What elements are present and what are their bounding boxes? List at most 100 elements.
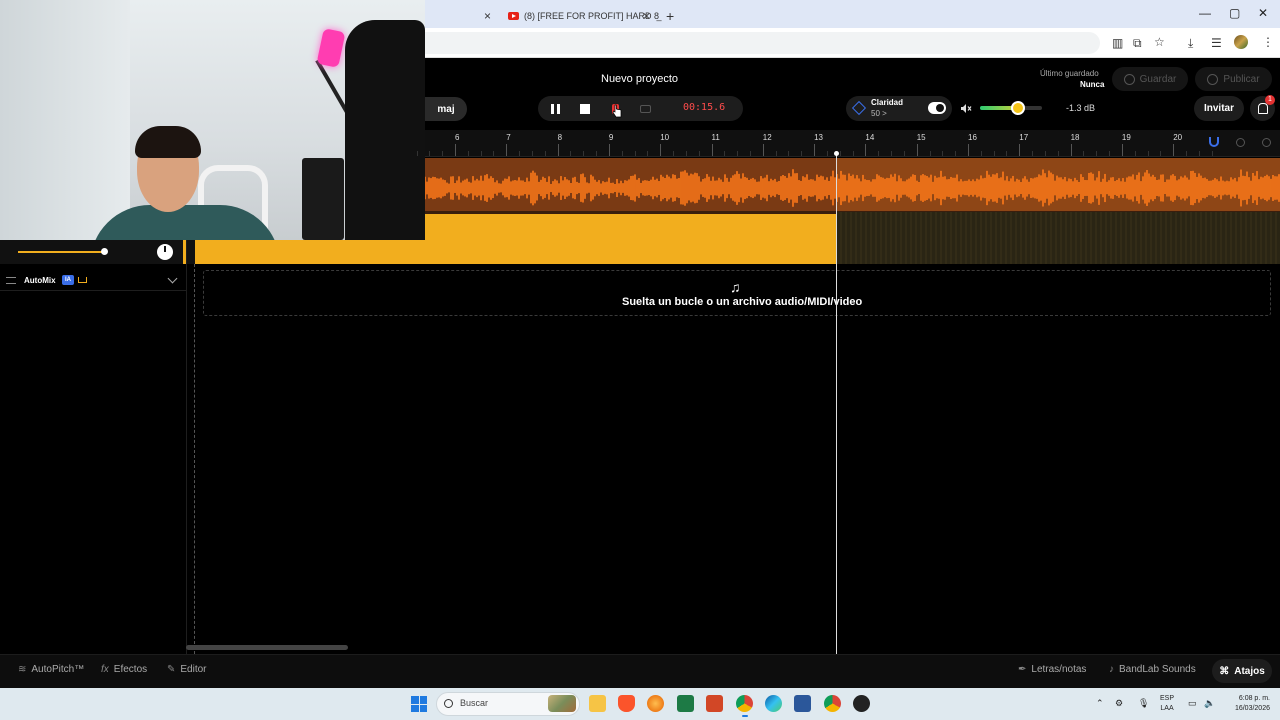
ruler-subtick [826, 151, 828, 156]
invite-button[interactable]: Invitar [1194, 96, 1244, 121]
star-icon[interactable]: ☆ [1154, 35, 1165, 49]
volume-db: -1.3 dB [1066, 103, 1096, 113]
file-explorer-icon[interactable] [589, 695, 606, 712]
person-background [345, 20, 425, 240]
close-window-button[interactable]: ✕ [1258, 6, 1268, 20]
ruler-subtick [942, 151, 944, 156]
word-icon[interactable] [794, 695, 811, 712]
ruler-subtick [852, 151, 854, 156]
tab-close-icon[interactable]: × [484, 4, 491, 28]
recording-region[interactable] [195, 240, 837, 264]
clarity-label: Claridad [871, 98, 904, 107]
zoom-in-icon[interactable] [1262, 138, 1271, 147]
playhead-handle[interactable] [834, 151, 839, 156]
ruler-subtick [1109, 151, 1111, 156]
shortcuts-button[interactable]: ⌘ Atajos [1212, 659, 1272, 683]
menu-icon[interactable]: ⋮ [1262, 35, 1274, 49]
clock[interactable]: 6:08 p. m. 16/03/2026 [1226, 694, 1270, 714]
recording-region-top[interactable] [425, 214, 837, 240]
drop-zone-text: Suelta un bucle o un archivo audio/MIDI/… [622, 296, 863, 308]
volume-icon[interactable]: 🔈 [1204, 698, 1215, 709]
install-icon[interactable]: ⧉ [1133, 36, 1142, 51]
playhead[interactable] [836, 154, 837, 654]
tray-app-icon[interactable]: ⚙ [1115, 698, 1123, 709]
ruler-subtick [519, 151, 521, 156]
zoom-out-icon[interactable] [1236, 138, 1245, 147]
ruler-subtick [1006, 151, 1008, 156]
key-selector[interactable]: maj [425, 97, 467, 121]
ruler-bar-number: 17 [1019, 133, 1029, 142]
ruler-subtick [1057, 151, 1059, 156]
volume-slider[interactable] [980, 101, 1042, 115]
notification-badge: 1 [1265, 95, 1275, 105]
ruler-tick [711, 144, 713, 156]
pause-button[interactable] [548, 96, 562, 121]
ruler-subtick [416, 151, 418, 156]
stop-button[interactable] [578, 96, 592, 121]
automix-label: AutoMix [24, 276, 56, 285]
chrome-icon[interactable] [736, 695, 753, 712]
webcam-overlay [0, 0, 425, 240]
brave-icon[interactable] [618, 695, 635, 712]
speaker-icon[interactable] [960, 103, 972, 114]
tab-close-icon[interactable]: × [643, 4, 650, 28]
ruler-tick [762, 144, 764, 156]
ruler-subtick [955, 151, 957, 156]
track-volume-slider[interactable] [18, 251, 104, 253]
ruler-bar-number: 6 [455, 133, 460, 142]
address-bar[interactable] [425, 32, 1100, 54]
horizontal-scrollbar[interactable] [186, 645, 348, 650]
ruler-bar-number: 20 [1173, 133, 1183, 142]
edge-icon[interactable] [765, 695, 782, 712]
fx-icon: fx [101, 664, 109, 675]
tab-youtube[interactable]: (8) [FREE FOR PROFIT] HARD 8̲ [508, 4, 659, 28]
track-volume-knob[interactable] [101, 248, 108, 255]
powerpoint-icon[interactable] [706, 695, 723, 712]
microphone-icon[interactable]: 🎙 [1138, 698, 1149, 709]
ruler-subtick [698, 151, 700, 156]
effects-button[interactable]: fx Efectos [101, 664, 147, 675]
pan-knob[interactable] [157, 244, 173, 260]
windows-taskbar [0, 688, 1280, 720]
ruler-bar-number: 14 [865, 133, 875, 142]
new-tab-button[interactable]: + [666, 4, 674, 28]
pencil-icon: ✎ [167, 664, 176, 675]
magnet-icon[interactable] [1209, 137, 1219, 147]
effects-label: Efectos [113, 664, 148, 675]
pause-icon [550, 103, 560, 114]
windows-start-icon[interactable] [411, 696, 427, 712]
network-icon[interactable]: ▭ [1188, 698, 1197, 709]
editor-button[interactable]: ✎ Editor [167, 664, 207, 675]
ruler-tick [1019, 144, 1021, 156]
project-title[interactable]: Nuevo proyecto [601, 73, 678, 85]
empty-track-area[interactable] [837, 212, 1280, 264]
download-icon[interactable]: ⤓ [1188, 36, 1193, 51]
clock-date: 16/03/2026 [1234, 705, 1270, 712]
publish-button[interactable]: Publicar [1195, 67, 1272, 91]
lyrics-button[interactable]: ✒ Letras/notas [1018, 664, 1086, 675]
save-button[interactable]: Guardar [1112, 67, 1188, 91]
clarity-toggle[interactable] [928, 102, 946, 114]
autopitch-button[interactable]: ≋ AutoPitch™ [18, 664, 84, 675]
waveform [425, 169, 1280, 207]
ruler-subtick [596, 151, 598, 156]
sidebar-icon[interactable]: ▥ [1112, 36, 1123, 50]
minimize-button[interactable]: — [1199, 6, 1211, 20]
chrome-profile-icon[interactable] [824, 695, 841, 712]
language-indicator[interactable]: ESP LAA [1160, 694, 1174, 714]
lyrics-label: Letras/notas [1031, 664, 1087, 675]
restore-button[interactable]: ▢ [1229, 6, 1240, 20]
bandlab-sounds-button[interactable]: ♪ BandLab Sounds [1109, 664, 1196, 675]
profile-avatar[interactable] [1234, 35, 1248, 49]
loop-button[interactable] [638, 96, 652, 121]
ruler-bar-number: 8 [557, 133, 563, 142]
tray-expand-icon[interactable]: ⌃ [1096, 698, 1104, 709]
excel-icon[interactable] [677, 695, 694, 712]
app-icon[interactable] [853, 695, 870, 712]
ruler-subtick [724, 151, 726, 156]
media-icon[interactable]: ☰ [1211, 36, 1222, 50]
firefox-icon[interactable] [647, 695, 664, 712]
microphone [316, 28, 346, 68]
ruler-subtick [1147, 151, 1149, 156]
clarity-value[interactable]: 50 > [871, 109, 887, 118]
